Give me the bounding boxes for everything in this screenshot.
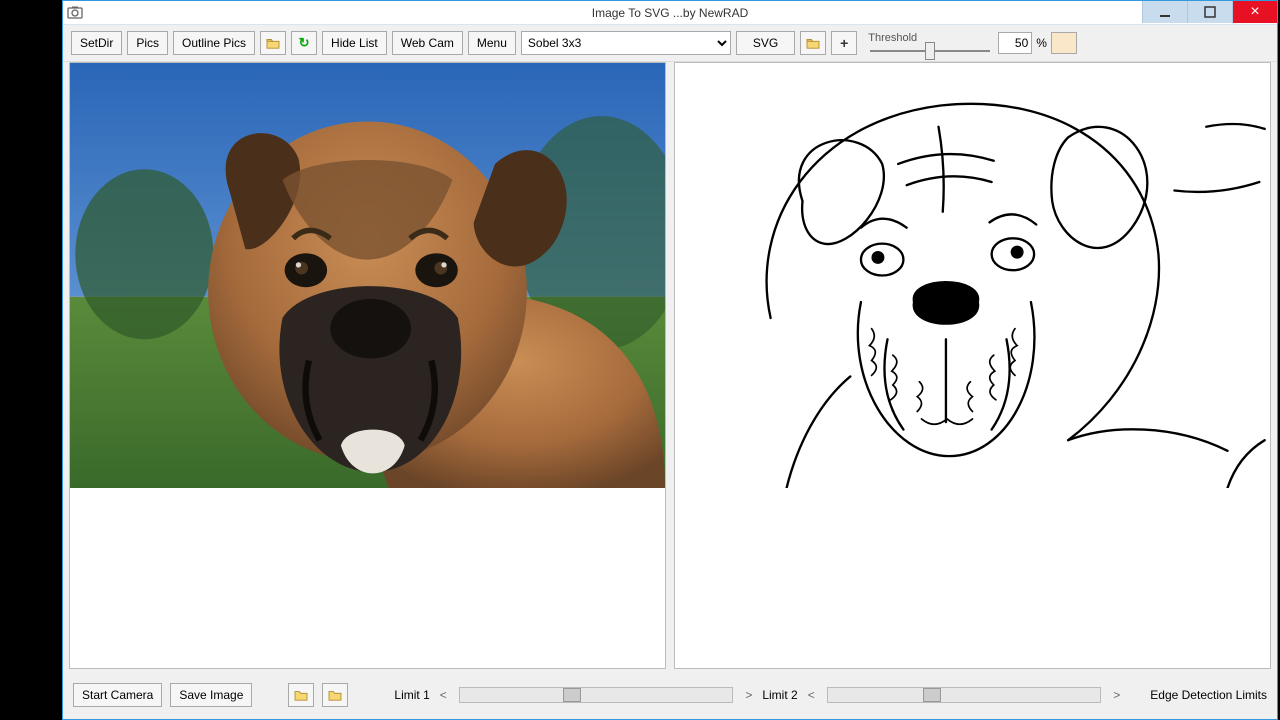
app-icon: [67, 5, 83, 21]
plus-icon: +: [840, 35, 848, 51]
svg-output-pane: [674, 62, 1271, 669]
svg-button[interactable]: SVG: [736, 31, 795, 55]
hidelist-button[interactable]: Hide List: [322, 31, 387, 55]
limit2-slider[interactable]: [827, 687, 1102, 703]
limit1-label: Limit 1: [394, 688, 429, 702]
window-title: Image To SVG ...by NewRAD: [63, 6, 1277, 20]
limit1-slider[interactable]: [459, 687, 734, 703]
title-bar: Image To SVG ...by NewRAD ×: [63, 1, 1277, 25]
limit1-dec[interactable]: <: [438, 688, 449, 702]
limit2-inc[interactable]: >: [1111, 688, 1122, 702]
add-button[interactable]: +: [831, 31, 857, 55]
open-folder-button-1[interactable]: [260, 31, 286, 55]
open-folder-button-3[interactable]: [288, 683, 314, 707]
desktop-background: Image To SVG ...by NewRAD × SetDir Pics …: [0, 0, 1280, 720]
limit2-label: Limit 2: [762, 688, 797, 702]
edge-limits-label: Edge Detection Limits: [1150, 688, 1267, 702]
source-photo: [70, 63, 665, 488]
close-button[interactable]: ×: [1232, 1, 1277, 23]
window-controls: ×: [1142, 1, 1277, 23]
open-folder-button-2[interactable]: [800, 31, 826, 55]
app-window: Image To SVG ...by NewRAD × SetDir Pics …: [62, 0, 1278, 720]
open-folder-button-4[interactable]: [322, 683, 348, 707]
limit2-dec[interactable]: <: [806, 688, 817, 702]
source-image-pane: [69, 62, 666, 669]
content-area: [63, 62, 1277, 675]
setdir-button[interactable]: SetDir: [71, 31, 122, 55]
start-camera-button[interactable]: Start Camera: [73, 683, 162, 707]
bottom-toolbar: Start Camera Save Image Limit 1 < > Limi…: [63, 675, 1277, 719]
limit2-track: < >: [806, 687, 1123, 703]
minimize-button[interactable]: [1142, 1, 1187, 23]
threshold-value-input[interactable]: [998, 32, 1032, 54]
limit1-track: < >: [438, 687, 755, 703]
webcam-button[interactable]: Web Cam: [392, 31, 463, 55]
percent-label: %: [1036, 36, 1047, 50]
outlinepics-button[interactable]: Outline Pics: [173, 31, 255, 55]
refresh-button[interactable]: ↻: [291, 31, 317, 55]
svg-output: [675, 63, 1270, 488]
threshold-control: Threshold %: [868, 32, 1077, 54]
menu-button[interactable]: Menu: [468, 31, 516, 55]
save-image-button[interactable]: Save Image: [170, 683, 252, 707]
threshold-slider[interactable]: [870, 50, 990, 52]
filter-select[interactable]: Sobel 3x3: [521, 31, 731, 55]
top-toolbar: SetDir Pics Outline Pics ↻ Hide List Web…: [63, 25, 1277, 62]
color-swatch[interactable]: [1051, 32, 1077, 54]
refresh-icon: ↻: [299, 35, 310, 51]
maximize-button[interactable]: [1187, 1, 1232, 23]
limit1-inc[interactable]: >: [743, 688, 754, 702]
pics-button[interactable]: Pics: [127, 31, 168, 55]
